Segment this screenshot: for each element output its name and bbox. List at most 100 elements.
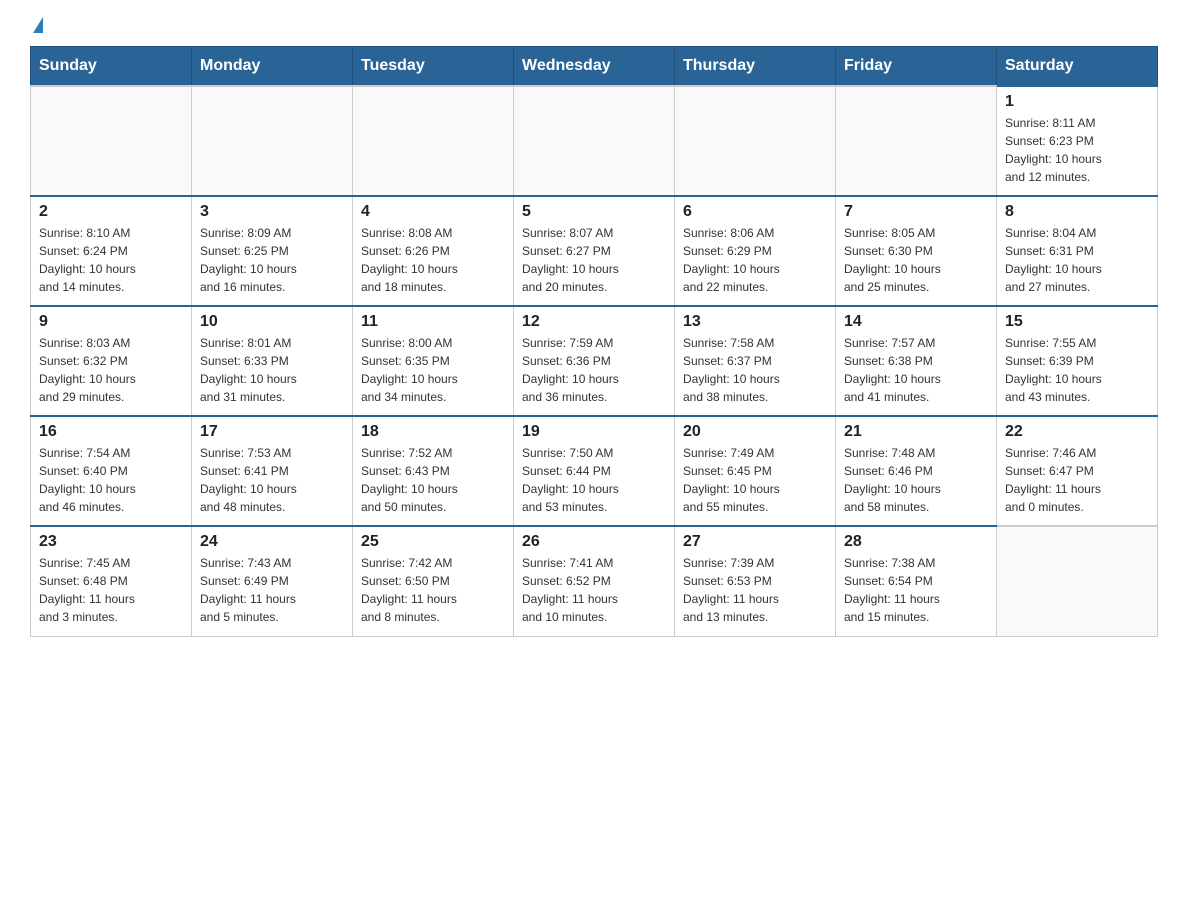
calendar-cell: 14 Sunrise: 7:57 AM Sunset: 6:38 PM Dayli… bbox=[836, 306, 997, 416]
day-number: 19 bbox=[522, 423, 666, 441]
day-info: Sunrise: 8:07 AM Sunset: 6:27 PM Dayligh… bbox=[522, 224, 666, 296]
calendar-cell: 12 Sunrise: 7:59 AM Sunset: 6:36 PM Dayli… bbox=[514, 306, 675, 416]
calendar-cell: 3 Sunrise: 8:09 AM Sunset: 6:25 PM Daylig… bbox=[192, 196, 353, 306]
weekday-header-thursday: Thursday bbox=[675, 47, 836, 87]
day-info: Sunrise: 8:05 AM Sunset: 6:30 PM Dayligh… bbox=[844, 224, 988, 296]
calendar-cell: 6 Sunrise: 8:06 AM Sunset: 6:29 PM Daylig… bbox=[675, 196, 836, 306]
calendar-cell: 22 Sunrise: 7:46 AM Sunset: 6:47 PM Dayli… bbox=[997, 416, 1158, 526]
calendar-cell bbox=[514, 86, 675, 196]
day-number: 16 bbox=[39, 423, 183, 441]
day-number: 14 bbox=[844, 313, 988, 331]
day-number: 22 bbox=[1005, 423, 1149, 441]
calendar-cell: 10 Sunrise: 8:01 AM Sunset: 6:33 PM Dayli… bbox=[192, 306, 353, 416]
calendar-cell: 15Sunrise: 7:55 AM Sunset: 6:39 PM Dayli… bbox=[997, 306, 1158, 416]
calendar-cell: 18 Sunrise: 7:52 AM Sunset: 6:43 PM Dayli… bbox=[353, 416, 514, 526]
calendar-cell bbox=[997, 526, 1158, 636]
day-info: Sunrise: 7:57 AM Sunset: 6:38 PM Dayligh… bbox=[844, 334, 988, 406]
day-info: Sunrise: 8:01 AM Sunset: 6:33 PM Dayligh… bbox=[200, 334, 344, 406]
calendar-cell: 19 Sunrise: 7:50 AM Sunset: 6:44 PM Dayli… bbox=[514, 416, 675, 526]
day-info: Sunrise: 7:52 AM Sunset: 6:43 PM Dayligh… bbox=[361, 444, 505, 516]
day-number: 4 bbox=[361, 203, 505, 221]
day-info: Sunrise: 7:38 AM Sunset: 6:54 PM Dayligh… bbox=[844, 554, 988, 626]
calendar-week-2: 2Sunrise: 8:10 AM Sunset: 6:24 PM Daylig… bbox=[31, 196, 1158, 306]
weekday-header-friday: Friday bbox=[836, 47, 997, 87]
day-number: 23 bbox=[39, 533, 183, 551]
day-number: 26 bbox=[522, 533, 666, 551]
calendar-cell: 23 Sunrise: 7:45 AM Sunset: 6:48 PM Dayli… bbox=[31, 526, 192, 636]
calendar-cell: 24 Sunrise: 7:43 AM Sunset: 6:49 PM Dayli… bbox=[192, 526, 353, 636]
day-number: 28 bbox=[844, 533, 988, 551]
day-number: 13 bbox=[683, 313, 827, 331]
day-number: 17 bbox=[200, 423, 344, 441]
weekday-header-saturday: Saturday bbox=[997, 47, 1158, 87]
day-info: Sunrise: 7:48 AM Sunset: 6:46 PM Dayligh… bbox=[844, 444, 988, 516]
day-number: 21 bbox=[844, 423, 988, 441]
day-number: 6 bbox=[683, 203, 827, 221]
day-info: Sunrise: 7:53 AM Sunset: 6:41 PM Dayligh… bbox=[200, 444, 344, 516]
calendar-cell: 17 Sunrise: 7:53 AM Sunset: 6:41 PM Dayli… bbox=[192, 416, 353, 526]
calendar-cell bbox=[836, 86, 997, 196]
day-number: 24 bbox=[200, 533, 344, 551]
logo-triangle-icon bbox=[33, 17, 43, 33]
day-number: 25 bbox=[361, 533, 505, 551]
weekday-header-tuesday: Tuesday bbox=[353, 47, 514, 87]
day-number: 1 bbox=[1005, 93, 1149, 111]
day-number: 12 bbox=[522, 313, 666, 331]
day-info: Sunrise: 7:41 AM Sunset: 6:52 PM Dayligh… bbox=[522, 554, 666, 626]
calendar-cell: 21 Sunrise: 7:48 AM Sunset: 6:46 PM Dayli… bbox=[836, 416, 997, 526]
calendar-cell bbox=[31, 86, 192, 196]
day-info: Sunrise: 7:49 AM Sunset: 6:45 PM Dayligh… bbox=[683, 444, 827, 516]
day-info: Sunrise: 7:50 AM Sunset: 6:44 PM Dayligh… bbox=[522, 444, 666, 516]
day-number: 18 bbox=[361, 423, 505, 441]
calendar-week-3: 9 Sunrise: 8:03 AM Sunset: 6:32 PM Daylig… bbox=[31, 306, 1158, 416]
day-info: Sunrise: 8:03 AM Sunset: 6:32 PM Dayligh… bbox=[39, 334, 183, 406]
day-number: 20 bbox=[683, 423, 827, 441]
calendar-cell: 20 Sunrise: 7:49 AM Sunset: 6:45 PM Dayli… bbox=[675, 416, 836, 526]
calendar-week-4: 16Sunrise: 7:54 AM Sunset: 6:40 PM Dayli… bbox=[31, 416, 1158, 526]
calendar-cell: 28 Sunrise: 7:38 AM Sunset: 6:54 PM Dayli… bbox=[836, 526, 997, 636]
day-number: 11 bbox=[361, 313, 505, 331]
weekday-header-monday: Monday bbox=[192, 47, 353, 87]
day-info: Sunrise: 8:06 AM Sunset: 6:29 PM Dayligh… bbox=[683, 224, 827, 296]
day-number: 3 bbox=[200, 203, 344, 221]
calendar-cell bbox=[675, 86, 836, 196]
weekday-header-sunday: Sunday bbox=[31, 47, 192, 87]
day-info: Sunrise: 7:58 AM Sunset: 6:37 PM Dayligh… bbox=[683, 334, 827, 406]
day-info: Sunrise: 7:39 AM Sunset: 6:53 PM Dayligh… bbox=[683, 554, 827, 626]
day-number: 8 bbox=[1005, 203, 1149, 221]
calendar-cell bbox=[353, 86, 514, 196]
day-info: Sunrise: 8:08 AM Sunset: 6:26 PM Dayligh… bbox=[361, 224, 505, 296]
calendar-cell: 4 Sunrise: 8:08 AM Sunset: 6:26 PM Daylig… bbox=[353, 196, 514, 306]
day-info: Sunrise: 8:09 AM Sunset: 6:25 PM Dayligh… bbox=[200, 224, 344, 296]
calendar-cell: 1Sunrise: 8:11 AM Sunset: 6:23 PM Daylig… bbox=[997, 86, 1158, 196]
weekday-header-row: SundayMondayTuesdayWednesdayThursdayFrid… bbox=[31, 47, 1158, 87]
calendar-cell: 9 Sunrise: 8:03 AM Sunset: 6:32 PM Daylig… bbox=[31, 306, 192, 416]
calendar-week-5: 23 Sunrise: 7:45 AM Sunset: 6:48 PM Dayli… bbox=[31, 526, 1158, 636]
day-info: Sunrise: 7:45 AM Sunset: 6:48 PM Dayligh… bbox=[39, 554, 183, 626]
day-number: 7 bbox=[844, 203, 988, 221]
day-info: Sunrise: 7:55 AM Sunset: 6:39 PM Dayligh… bbox=[1005, 334, 1149, 406]
day-number: 2 bbox=[39, 203, 183, 221]
day-info: Sunrise: 8:00 AM Sunset: 6:35 PM Dayligh… bbox=[361, 334, 505, 406]
weekday-header-wednesday: Wednesday bbox=[514, 47, 675, 87]
day-number: 10 bbox=[200, 313, 344, 331]
day-number: 9 bbox=[39, 313, 183, 331]
day-number: 27 bbox=[683, 533, 827, 551]
calendar-cell: 27 Sunrise: 7:39 AM Sunset: 6:53 PM Dayli… bbox=[675, 526, 836, 636]
calendar-cell: 2Sunrise: 8:10 AM Sunset: 6:24 PM Daylig… bbox=[31, 196, 192, 306]
calendar-cell: 13 Sunrise: 7:58 AM Sunset: 6:37 PM Dayli… bbox=[675, 306, 836, 416]
day-info: Sunrise: 7:43 AM Sunset: 6:49 PM Dayligh… bbox=[200, 554, 344, 626]
day-info: Sunrise: 7:46 AM Sunset: 6:47 PM Dayligh… bbox=[1005, 444, 1149, 516]
day-info: Sunrise: 8:04 AM Sunset: 6:31 PM Dayligh… bbox=[1005, 224, 1149, 296]
day-info: Sunrise: 7:59 AM Sunset: 6:36 PM Dayligh… bbox=[522, 334, 666, 406]
calendar-cell bbox=[192, 86, 353, 196]
calendar-cell: 26 Sunrise: 7:41 AM Sunset: 6:52 PM Dayli… bbox=[514, 526, 675, 636]
calendar-cell: 7 Sunrise: 8:05 AM Sunset: 6:30 PM Daylig… bbox=[836, 196, 997, 306]
calendar-cell: 8 Sunrise: 8:04 AM Sunset: 6:31 PM Daylig… bbox=[997, 196, 1158, 306]
calendar-cell: 11 Sunrise: 8:00 AM Sunset: 6:35 PM Dayli… bbox=[353, 306, 514, 416]
calendar-cell: 16Sunrise: 7:54 AM Sunset: 6:40 PM Dayli… bbox=[31, 416, 192, 526]
logo bbox=[30, 20, 43, 36]
calendar-cell: 5Sunrise: 8:07 AM Sunset: 6:27 PM Daylig… bbox=[514, 196, 675, 306]
page-header bbox=[30, 20, 1158, 36]
calendar-cell: 25Sunrise: 7:42 AM Sunset: 6:50 PM Dayli… bbox=[353, 526, 514, 636]
